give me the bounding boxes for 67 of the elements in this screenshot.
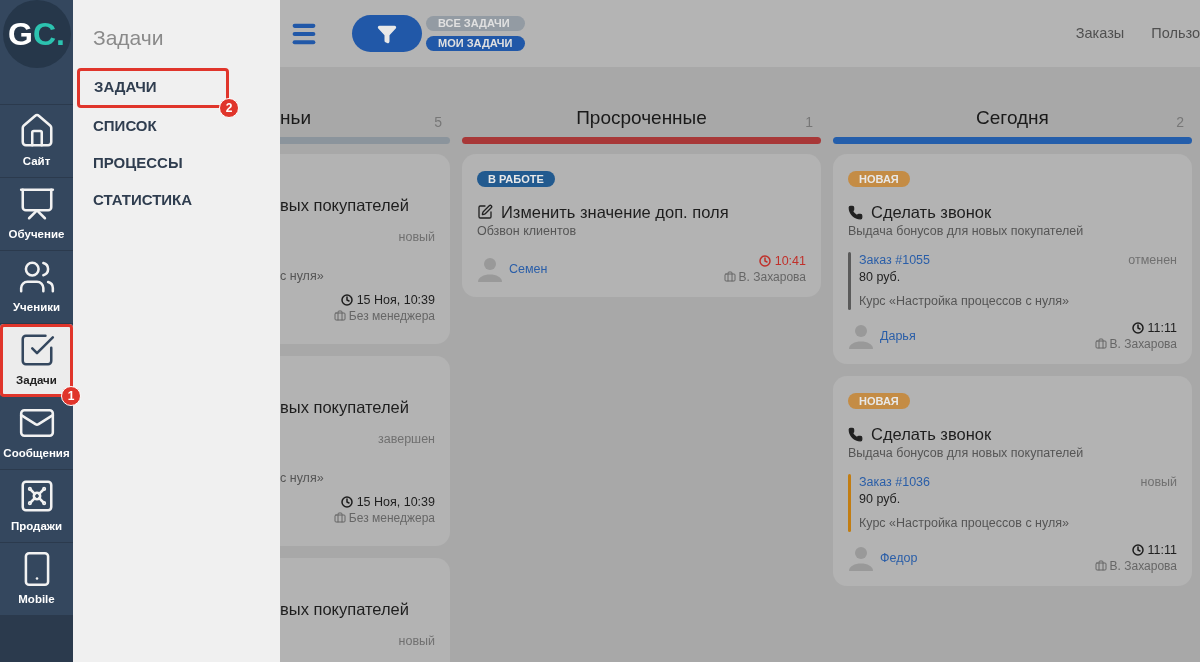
status-badge: НОВАЯ — [848, 171, 910, 187]
task-title: Сделать звонок — [871, 424, 992, 445]
flyout-menu-item[interactable]: ПРОЦЕССЫ — [93, 144, 183, 182]
status-badge: В РАБОТЕ — [477, 171, 555, 187]
manager-name: Без менеджера — [348, 307, 435, 324]
order-status: завершен — [378, 431, 435, 448]
task-title: вых покупателей — [280, 599, 409, 620]
clock-icon — [340, 293, 353, 306]
briefcase-icon — [333, 309, 346, 322]
task-subtitle: Обзвон клиентов — [477, 223, 578, 239]
due-time: 15 Ноя, 10:39 — [356, 291, 435, 308]
due-time: 11:11 — [1147, 320, 1177, 336]
task-title: вых покупателей — [280, 397, 409, 418]
flyout-menu-item[interactable]: СТАТИСТИКА — [93, 181, 193, 219]
manager-name: В. Захарова — [1109, 558, 1177, 574]
briefcase-icon — [1094, 338, 1107, 350]
logo[interactable]: GC. — [2, 0, 71, 68]
manager-name: Без менеджера — [348, 509, 435, 526]
flyout-title: Задачи — [93, 25, 165, 51]
due-time: 15 Ноя, 10:39 — [356, 493, 435, 510]
order-price: 90 руб. — [859, 491, 902, 508]
clock-icon — [340, 495, 353, 508]
clock-icon — [1131, 322, 1144, 334]
callout-badge: 2 — [219, 97, 239, 118]
clock-icon — [1131, 544, 1144, 556]
user-avatar-icon — [477, 256, 503, 282]
user-avatar-icon — [848, 545, 874, 571]
filter-icon — [377, 23, 397, 44]
order-status: новый — [398, 633, 435, 650]
flyout-menu-item[interactable]: СПИСОК — [93, 107, 157, 145]
due-time: 11:11 — [1147, 542, 1177, 558]
phone-icon — [848, 204, 863, 220]
filter-button[interactable] — [352, 15, 422, 52]
nav-link[interactable]: Пользо — [1151, 22, 1200, 45]
briefcase-icon — [333, 511, 346, 524]
briefcase-icon — [723, 271, 736, 283]
clock-icon — [758, 255, 771, 267]
order-status: новый — [398, 229, 435, 246]
task-filter-tab[interactable]: МОИ ЗАДАЧИ — [426, 36, 525, 51]
manager-name: В. Захарова — [738, 269, 806, 285]
order-status: отменен — [1128, 252, 1177, 269]
status-badge: НОВАЯ — [848, 393, 910, 409]
course-name: с нуля» — [280, 469, 325, 487]
task-card[interactable]: вых покупателей новый — [280, 558, 450, 662]
manager-name: В. Захарова — [1109, 336, 1177, 352]
column-title: Просроченные — [576, 105, 707, 130]
task-subtitle: Выдача бонусов для новых покупателей — [848, 445, 1085, 461]
task-subtitle: Выдача бонусов для новых покупателей — [848, 223, 1085, 239]
task-title: Изменить значение доп. поля — [501, 202, 729, 223]
order-status: новый — [1140, 474, 1177, 491]
user-avatar-icon — [848, 323, 874, 349]
task-card[interactable]: вых покупателей новый с нуля» 15 Ноя, 10:39 Без менеджера — [280, 154, 450, 344]
column-title: ньи — [280, 105, 311, 130]
due-time: 10:41 — [774, 253, 806, 269]
task-card[interactable]: вых покупателей завершен с нуля» 15 Ноя, 10:39 Без менеджера — [280, 356, 450, 546]
edit-icon — [477, 204, 493, 220]
course-name: с нуля» — [280, 267, 325, 285]
nav-link[interactable]: Заказы — [1075, 22, 1125, 45]
course-name: Курс «Настройка процессов с нуля» — [859, 515, 1070, 532]
order-price: 80 руб. — [859, 269, 902, 286]
briefcase-icon — [1094, 560, 1107, 572]
column-title: Сегодня — [976, 105, 1049, 130]
task-card[interactable]: В РАБОТЕ Изменить значение доп. поля Обзвон клиентов Семен 10:41 В. Захарова — [462, 154, 821, 297]
course-name: Курс «Настройка процессов с нуля» — [859, 293, 1070, 310]
task-title: Сделать звонок — [871, 202, 992, 223]
phone-icon — [848, 426, 863, 442]
task-title: вых покупателей — [280, 195, 409, 216]
